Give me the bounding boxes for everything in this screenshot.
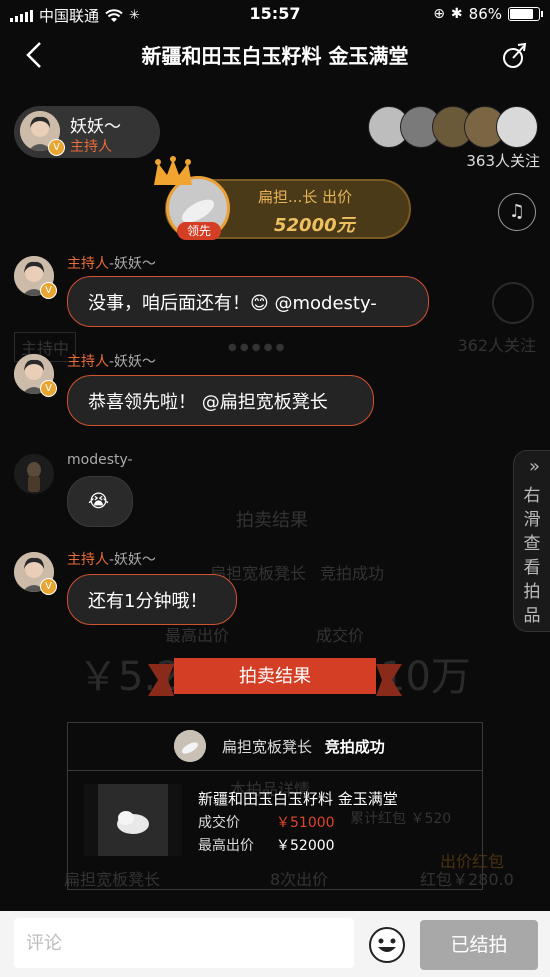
chat-bubble: 😭 [67, 476, 133, 527]
bg-deal-label: 成交价 [316, 626, 365, 645]
bg-followers: 362人关注 [457, 336, 536, 355]
host-chip[interactable]: V 妖妖～ 主持人 [14, 106, 160, 158]
host-name: 妖妖～ [70, 117, 121, 137]
bg-result-title: 拍卖结果 [236, 510, 308, 531]
ended-button[interactable]: 已结拍 [420, 920, 538, 970]
chat-bubble: 还有1分钟哦！ [67, 574, 237, 625]
deal-price-value: ￥51000 [276, 815, 335, 831]
winner-line: 扁担宽板凳长 竞拍成功 [222, 736, 385, 757]
status-bar: 中国联通 ✳ 15:57 ⊕ ✱ 86% [0, 0, 550, 28]
verified-icon: V [40, 380, 57, 397]
crown-icon [154, 156, 192, 185]
chat-sender-name: modesty- [67, 452, 133, 468]
winner-avatar[interactable] [174, 730, 206, 762]
double-chevron-icon: » [528, 456, 540, 477]
winner-status: 竞拍成功 [324, 738, 385, 756]
bg-bid-success: 竞拍成功 [320, 564, 385, 583]
highest-bid-label: 最高出价 [198, 838, 254, 854]
side-panel-text[interactable]: 右滑查看拍品 [520, 484, 544, 628]
battery-percent: 86% [468, 5, 502, 23]
followers-count: 363人关注 [466, 152, 540, 170]
host-role: 主持人 [70, 139, 112, 155]
lead-bid-price: 52000元 [274, 215, 355, 236]
share-icon[interactable] [498, 38, 532, 72]
chat-sender-role: 主持人 [67, 256, 109, 272]
result-title: 拍卖结果 [239, 666, 311, 687]
winner-name: 扁担宽板凳长 [222, 738, 313, 756]
chat-bubble: 恭喜领先啦！ @扁担宽板凳长 [67, 375, 374, 426]
chat-avatar[interactable] [14, 454, 54, 494]
verified-icon: V [40, 578, 57, 595]
bluetooth-icon: ✱ [450, 6, 463, 22]
lead-tag: 领先 [177, 222, 221, 240]
chat-sender-name: -妖妖～ [109, 256, 157, 272]
bg-dots: ● ● ● ● ● [228, 342, 285, 353]
emoji-icon[interactable] [368, 926, 406, 964]
viewer-avatars[interactable] [368, 106, 538, 148]
verified-icon: V [48, 139, 65, 156]
chat-sender-role: 主持人 [67, 354, 109, 370]
bg-highest-label: 最高出价 [165, 626, 230, 645]
chat-sender: 主持人-妖妖～ [67, 253, 156, 273]
verified-icon: V [40, 282, 57, 299]
lead-bidder-name: 扁担...长 出价 [258, 188, 353, 206]
status-right: ⊕ ✱ 86% [433, 5, 543, 23]
deal-price-label: 成交价 [198, 815, 240, 831]
chat-sender-name: -妖妖～ [109, 552, 157, 568]
chat-sender: 主持人-妖妖～ [67, 549, 156, 569]
chat-bubble: 没事，咱后面还有！😊 @modesty- [67, 276, 429, 327]
battery-icon [508, 7, 543, 21]
page-title: 新疆和田玉白玉籽料 金玉满堂 [141, 44, 409, 68]
bg-play-icon [492, 282, 534, 324]
highest-bid-value: ￥52000 [276, 838, 335, 854]
chat-sender-name: -妖妖～ [109, 354, 157, 370]
viewer-avatar[interactable] [496, 106, 538, 148]
music-icon[interactable]: ♫ [498, 193, 536, 231]
divider [67, 770, 483, 771]
chat-sender: modesty- [67, 452, 133, 468]
item-title: 新疆和田玉白玉籽料 金玉满堂 [198, 790, 398, 808]
chat-sender: 主持人-妖妖～ [67, 351, 156, 371]
item-image[interactable] [84, 784, 182, 856]
chat-sender-role: 主持人 [67, 552, 109, 568]
orientation-lock-icon: ⊕ [433, 6, 445, 22]
comment-input[interactable] [14, 918, 354, 968]
